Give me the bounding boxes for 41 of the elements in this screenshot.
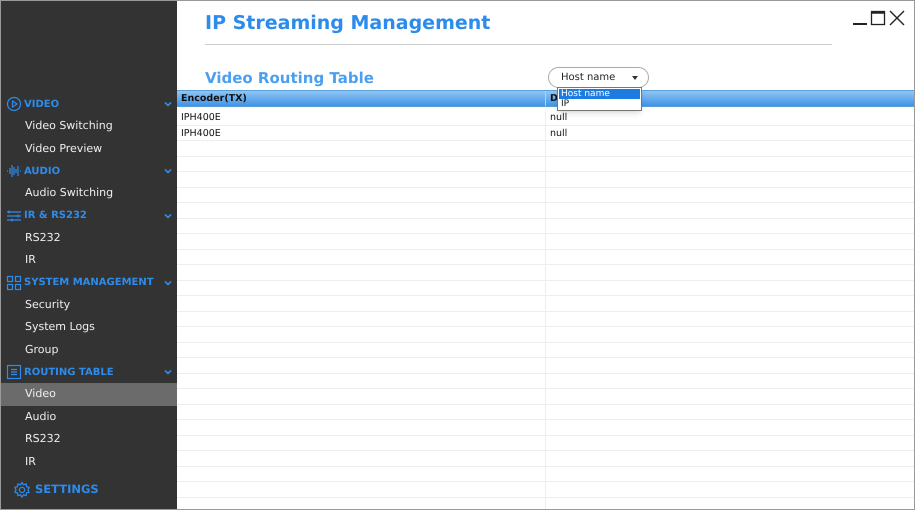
sidebar-item[interactable]: Audio: [1, 406, 177, 428]
play-circle-icon: [6, 96, 22, 112]
sidebar-item[interactable]: Video Switching: [1, 115, 177, 138]
sidebar-item[interactable]: Group: [1, 338, 177, 361]
dropdown-option[interactable]: Host name: [559, 89, 640, 99]
section-heading: SYSTEM MANAGEMENT: [24, 276, 154, 290]
grid-icon: [6, 274, 22, 290]
section-heading: IR & RS232: [24, 209, 87, 223]
table-cell: IPH400E: [177, 110, 546, 124]
chevron-icon[interactable]: [163, 166, 173, 176]
sidebar-item[interactable]: System Logs: [1, 316, 177, 338]
caret-icon: [632, 76, 638, 80]
settings-link[interactable]: SETTINGS: [35, 481, 99, 499]
sidebar-item[interactable]: Video: [1, 383, 177, 406]
sidebar-item[interactable]: Video Preview: [1, 138, 177, 160]
close-icon[interactable]: [888, 9, 906, 27]
waveform-icon: [6, 163, 22, 179]
section-heading: AUDIO: [24, 164, 60, 178]
gear-icon: [13, 481, 31, 499]
sidebar-item[interactable]: RS232: [1, 226, 177, 249]
sidebar-item[interactable]: RS232: [1, 428, 177, 450]
section-heading: VIDEO: [24, 98, 60, 112]
chevron-icon[interactable]: [163, 367, 173, 377]
column-header: D: [550, 92, 558, 104]
dropdown-option[interactable]: IP: [559, 99, 640, 109]
table-cell-text: null: [549, 126, 568, 140]
display-dropdown[interactable]: Host name: [548, 67, 649, 88]
sidebar-item[interactable]: IR: [1, 450, 177, 473]
column-header: Encoder(TX): [181, 92, 247, 104]
sidebar-item[interactable]: Security: [1, 294, 177, 316]
chevron-icon[interactable]: [163, 99, 173, 109]
list-icon: [6, 364, 22, 380]
section-heading: ROUTING TABLE: [24, 366, 114, 380]
sliders-icon: [6, 208, 22, 224]
table-cell: IPH400E: [177, 126, 546, 140]
window-title: IP Streaming Management: [205, 12, 490, 34]
section-title: Video Routing Table: [205, 68, 375, 88]
sidebar-item[interactable]: Audio Switching: [1, 182, 177, 204]
table-cell-text: null: [549, 111, 568, 124]
sidebar-item[interactable]: IR: [1, 249, 177, 272]
maximize-icon[interactable]: [870, 9, 886, 27]
